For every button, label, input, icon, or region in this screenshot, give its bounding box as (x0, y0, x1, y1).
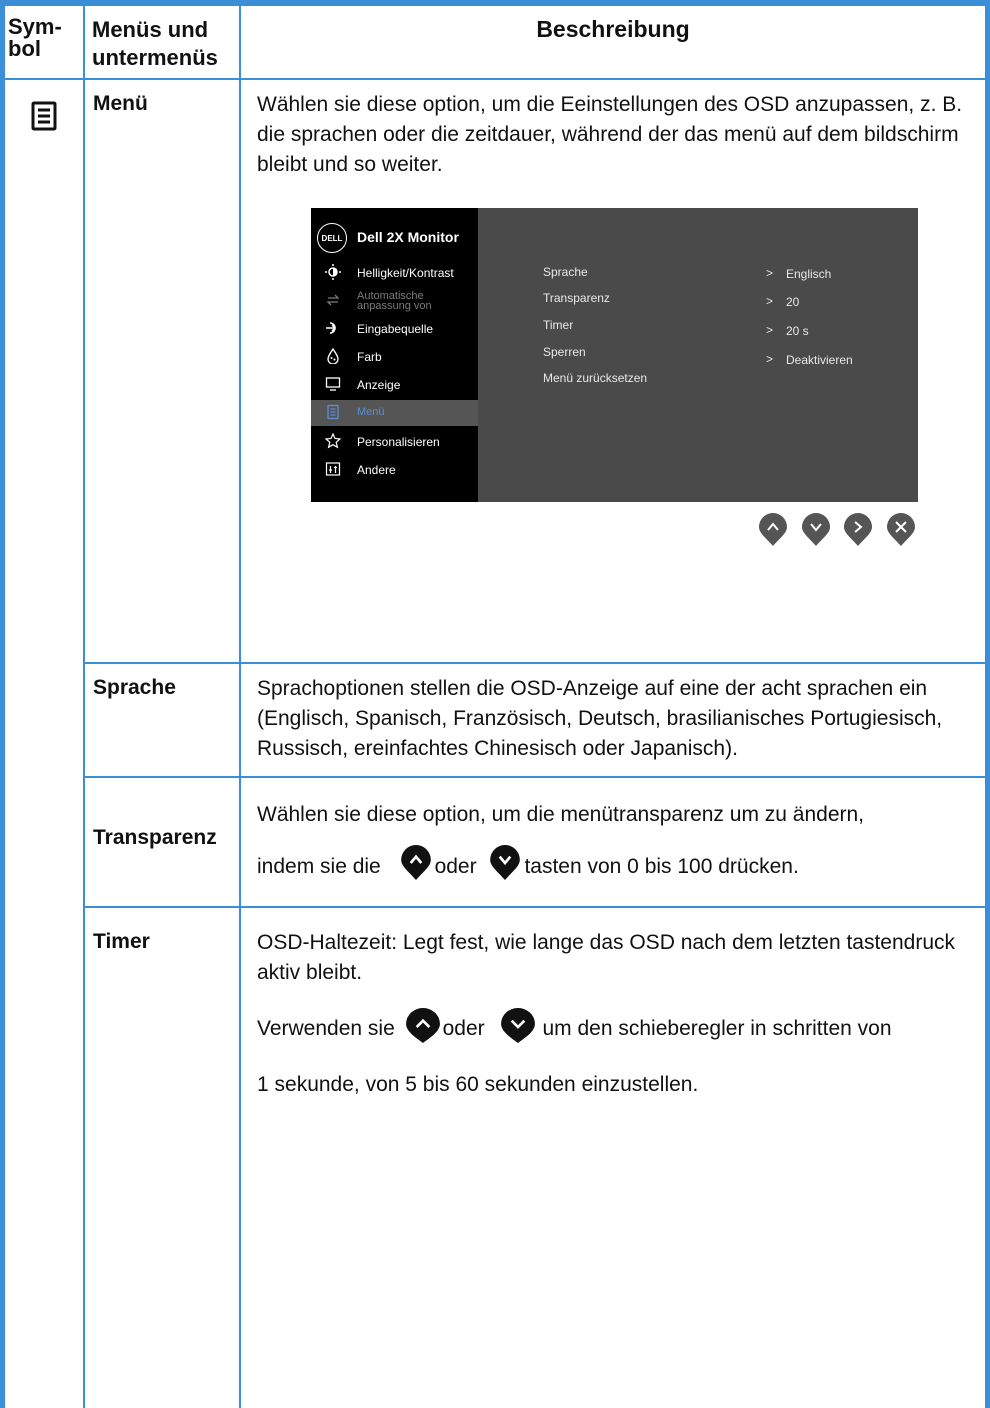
brightness-icon (325, 264, 341, 280)
row-divider-1 (83, 662, 990, 664)
up-button-icon[interactable] (758, 513, 788, 547)
timer-description-p2: Verwenden sie oder um den schieberegler … (257, 1008, 892, 1044)
timer-text-c: um den schieberegler in schritten von (542, 1017, 892, 1040)
color-icon (327, 348, 339, 364)
osd-option-sperren[interactable]: Sperren (543, 345, 586, 359)
osd-arrow: > (766, 323, 774, 337)
osd-screen: DELL Dell 2X Monitor Helligkeit/Kontrast… (311, 208, 918, 502)
osd-menu-label: Andere (357, 463, 396, 477)
table-border-left (0, 0, 5, 1408)
osd-value-transparenz: 20 (786, 295, 800, 309)
input-source-icon (326, 322, 337, 334)
table-border-top (0, 0, 990, 6)
transparenz-description-line1: Wählen sie diese option, um die menütran… (257, 803, 865, 826)
close-button-icon[interactable] (886, 513, 916, 547)
transparenz-text-b: oder (434, 855, 477, 878)
osd-menu-color[interactable]: Farb (311, 344, 478, 370)
osd-menu-auto-adjust[interactable]: Automatische anpassung von (311, 288, 478, 314)
osd-arrow: > (766, 266, 774, 280)
osd-option-menu-reset[interactable]: Menü zurücksetzen (543, 371, 647, 385)
row-divider-3 (83, 906, 990, 908)
menu-symbol-icon (28, 98, 64, 134)
osd-menu-label: Automatische anpassung von (357, 290, 432, 312)
column-divider-1 (83, 6, 85, 1408)
menu-name-transparenz: Transparenz (93, 826, 217, 849)
osd-value-timer: 20 s (786, 324, 809, 338)
osd-menu-label: Farb (357, 350, 382, 364)
timer-text-a: Verwenden sie (257, 1017, 395, 1040)
osd-sidebar: DELL Dell 2X Monitor Helligkeit/Kontrast… (311, 208, 478, 502)
osd-menu-label: Personalisieren (357, 435, 440, 449)
osd-option-timer[interactable]: Timer (543, 318, 573, 332)
up-arrow-icon (405, 1008, 440, 1044)
menu-icon (327, 404, 339, 420)
transparenz-text-c: tasten von 0 bis 100 drücken. (524, 855, 799, 878)
sprache-description: Sprachoptionen stellen die OSD-Anzeige a… (257, 677, 943, 760)
osd-value-sprache: Englisch (786, 267, 832, 281)
menu-name-menu: Menü (93, 92, 148, 115)
osd-menu-display[interactable]: Anzeige (311, 372, 478, 398)
timer-description-p1: OSD-Haltezeit: Legt fest, wie lange das … (257, 931, 956, 984)
osd-menu-personalize[interactable]: Personalisieren (311, 429, 478, 455)
osd-menu-other[interactable]: Andere (311, 457, 478, 483)
osd-title: Dell 2X Monitor (357, 229, 459, 245)
menu-description: Wählen sie diese option, um die Eeinstel… (257, 93, 963, 176)
header-divider (0, 78, 990, 80)
osd-menu-label: Eingabequelle (357, 322, 434, 336)
column-divider-2 (239, 6, 241, 1408)
osd-arrow: > (766, 294, 774, 308)
star-icon (325, 433, 341, 449)
osd-menu-brightness[interactable]: Helligkeit/Kontrast (311, 260, 478, 286)
header-symbol: Sym- bol (8, 14, 62, 61)
down-arrow-icon (501, 1008, 536, 1044)
menu-name-sprache: Sprache (93, 676, 176, 699)
display-icon (325, 377, 341, 391)
osd-value-sperren: Deaktivieren (786, 353, 853, 367)
timer-description-p3: 1 sekunde, von 5 bis 60 sekunden einzust… (257, 1073, 699, 1096)
table-border-right (985, 0, 990, 1408)
transparenz-text-a: indem sie die (257, 855, 381, 878)
menu-name-timer: Timer (93, 930, 150, 953)
auto-adjust-icon (326, 294, 340, 306)
down-arrow-icon (490, 845, 521, 881)
osd-option-sprache[interactable]: Sprache (543, 265, 588, 279)
osd-option-transparenz[interactable]: Transparenz (543, 291, 610, 305)
osd-menu-label: Menü (357, 406, 385, 418)
right-button-icon[interactable] (843, 513, 873, 547)
osd-menu-menu[interactable]: Menü (311, 400, 478, 426)
osd-menu-label: Helligkeit/Kontrast (357, 266, 454, 280)
header-menus: Menüs und untermenüs (92, 17, 218, 70)
transparenz-description-line2: indem sie die oder tasten von 0 bis 100 … (257, 845, 799, 882)
up-arrow-icon (400, 845, 431, 881)
other-icon (325, 462, 341, 476)
timer-text-b: oder (442, 1017, 485, 1040)
osd-arrow: > (766, 352, 774, 366)
osd-menu-label: Anzeige (357, 378, 401, 392)
header-description: Beschreibung (536, 16, 690, 42)
dell-logo: DELL (317, 223, 347, 253)
row-divider-2 (83, 776, 990, 778)
osd-menu-input-source[interactable]: Eingabequelle (311, 316, 478, 342)
down-button-icon[interactable] (801, 513, 831, 547)
